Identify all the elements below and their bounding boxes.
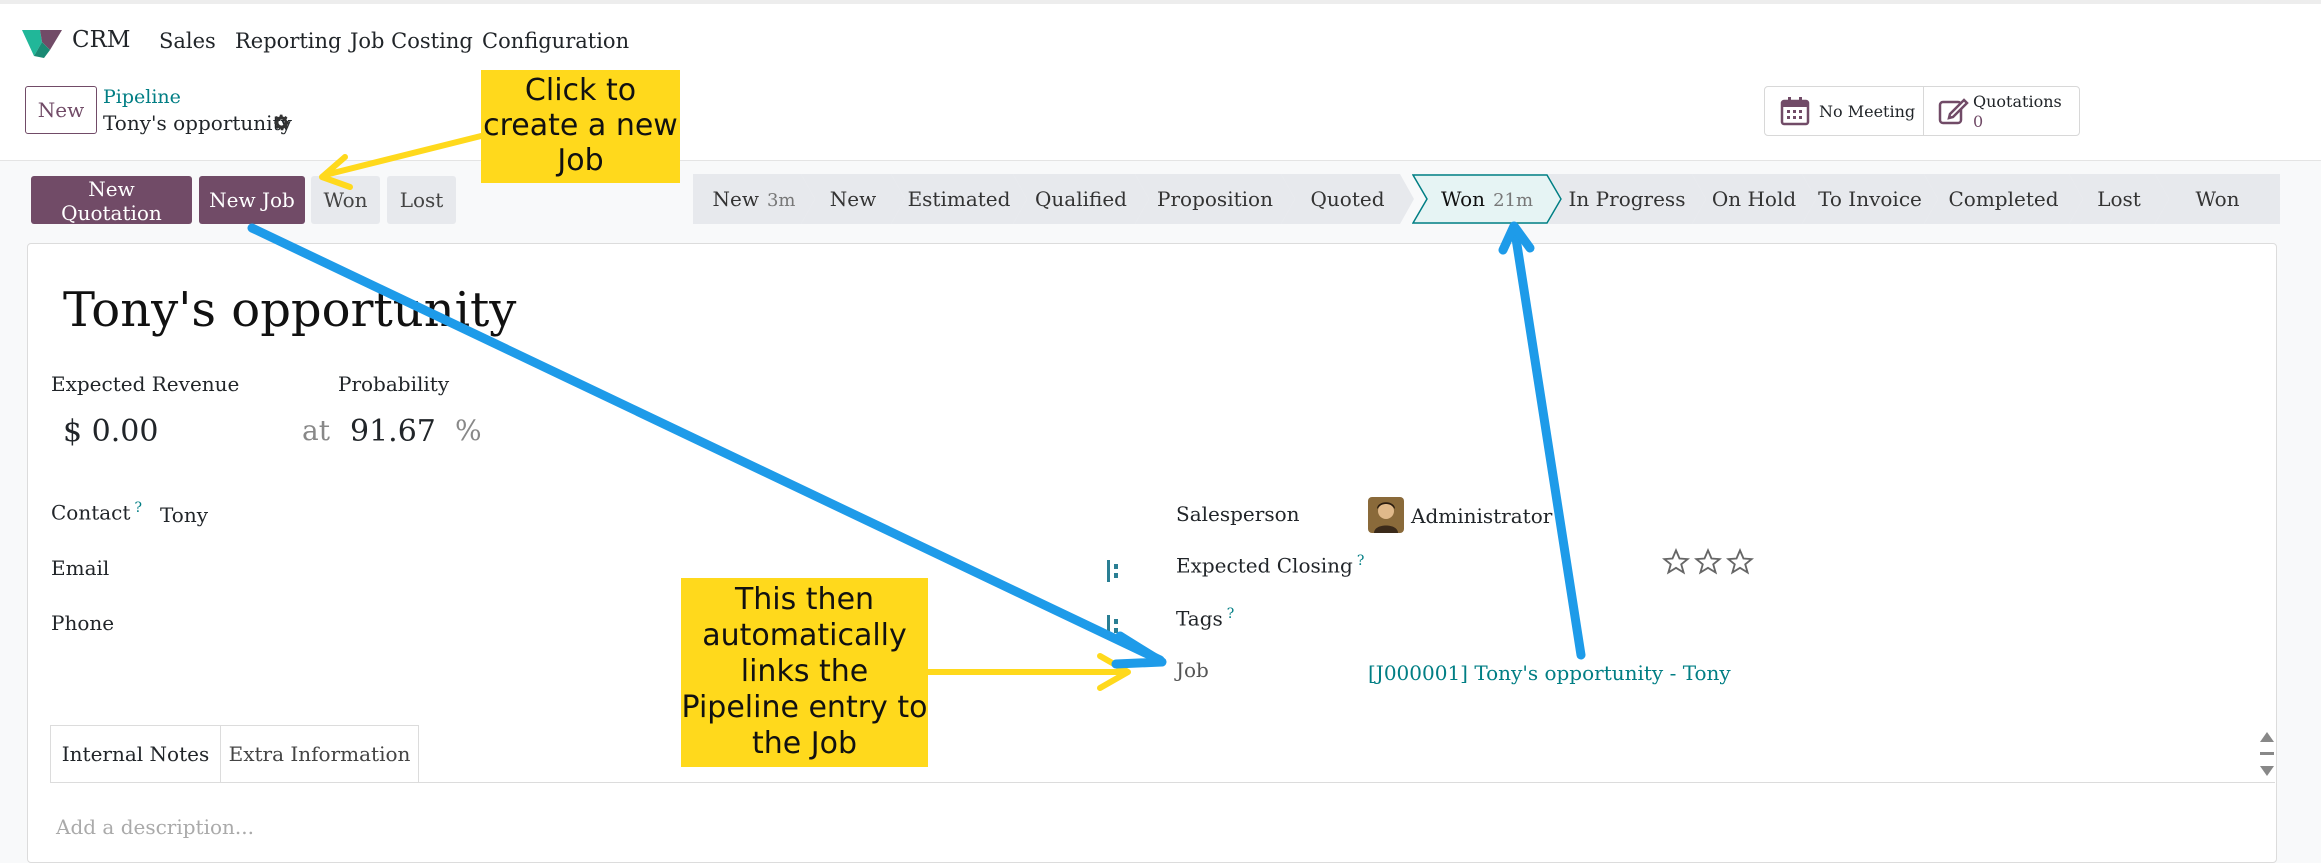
tab-internal-notes[interactable]: Internal Notes: [50, 725, 221, 783]
crm-logo-icon[interactable]: [22, 28, 62, 58]
top-navbar: CRM Sales Reporting Job Costing Configur…: [0, 0, 2321, 76]
menu-sales[interactable]: Sales: [159, 29, 216, 53]
callout-links-job: This then automatically links the Pipeli…: [681, 578, 928, 767]
contact-label: Contact?: [51, 500, 142, 525]
callout-line: Click to: [524, 73, 637, 108]
stage-lost[interactable]: Lost: [2069, 174, 2169, 224]
contact-input[interactable]: Tony: [160, 503, 208, 527]
expected-closing-label: Expected Closing?: [1176, 553, 1365, 578]
menu-job-costing[interactable]: Job Costing: [350, 29, 473, 53]
probability-input[interactable]: 91.67: [350, 414, 436, 449]
salesperson-label: Salesperson: [1176, 502, 1300, 526]
stage-new-2[interactable]: New: [801, 174, 905, 224]
quotations-label: Quotations: [1973, 92, 2062, 111]
stage-on-hold[interactable]: On Hold: [1692, 174, 1816, 224]
quotations-count: 0: [1973, 112, 1984, 131]
contact-help-mark[interactable]: ?: [134, 500, 142, 516]
new-quotation-button[interactable]: New Quotation: [31, 176, 192, 225]
mark-won-button[interactable]: Won: [311, 176, 380, 224]
active-stage-outline: [1412, 174, 1562, 224]
record-title[interactable]: Tony's opportunity: [63, 282, 516, 338]
new-job-button[interactable]: New Job: [199, 176, 305, 224]
meeting-label: No Meeting: [1819, 102, 1916, 121]
stage-quoted[interactable]: Quoted: [1281, 174, 1414, 224]
salesperson-input[interactable]: Administrator: [1411, 504, 1552, 528]
callout-line: This then: [734, 582, 875, 617]
expected-revenue-input[interactable]: $ 0.00: [63, 414, 158, 449]
callout-line: Pipeline entry to: [681, 690, 928, 725]
probability-label: Probability: [338, 372, 450, 396]
callout-line: the Job: [751, 726, 857, 761]
stage-in-progress[interactable]: In Progress: [1548, 174, 1706, 224]
tags-help-mark[interactable]: ?: [1227, 606, 1235, 622]
email-label: Email: [51, 556, 110, 580]
stage-estimated[interactable]: Estimated: [891, 174, 1027, 224]
resize-handle-icon[interactable]: [2259, 730, 2275, 780]
meeting-smart-button[interactable]: No Meeting: [1765, 87, 1924, 135]
stage-won-final[interactable]: Won: [2155, 174, 2280, 224]
control-panel: New Pipeline Tony's opportunity No Meeti…: [0, 76, 2321, 161]
stage-qualified[interactable]: Qualified: [1013, 174, 1149, 224]
description-input[interactable]: Add a description...: [56, 815, 254, 839]
phone-label: Phone: [51, 611, 115, 635]
calendar-icon: [1780, 97, 1810, 126]
breadcrumb-pipeline[interactable]: Pipeline: [103, 86, 181, 108]
new-record-button[interactable]: New: [25, 86, 97, 134]
avatar: [1368, 497, 1404, 533]
expected-revenue-label: Expected Revenue: [51, 372, 240, 396]
mark-lost-button[interactable]: Lost: [387, 176, 456, 224]
quotations-smart-button[interactable]: Quotations 0: [1923, 87, 2079, 135]
priority-star-3-icon[interactable]: [1726, 548, 1754, 576]
stage-to-invoice[interactable]: To Invoice: [1802, 174, 1938, 224]
priority-star-1-icon[interactable]: [1662, 548, 1690, 576]
breadcrumb-current: Tony's opportunity: [103, 111, 292, 135]
callout-create-job: Click to create a new Job: [481, 70, 680, 183]
email-quality-icon: [1107, 560, 1118, 582]
stage-statusbar: New 3m New Estimated Qualified Propositio…: [693, 174, 2280, 224]
tab-divider: [50, 782, 2275, 783]
callout-line: automatically: [702, 618, 907, 653]
at-label: at: [302, 414, 330, 447]
callout-line: links the: [740, 654, 869, 689]
expected-closing-help-mark[interactable]: ?: [1357, 553, 1365, 569]
job-link[interactable]: [J000001] Tony's opportunity - Tony: [1368, 661, 1731, 685]
stage-completed[interactable]: Completed: [1924, 174, 2083, 224]
edit-icon: [1938, 98, 1969, 125]
callout-line: Job: [557, 143, 604, 178]
percent-sign: %: [455, 414, 482, 447]
job-label: Job: [1176, 658, 1209, 682]
menu-reporting[interactable]: Reporting: [235, 29, 342, 53]
menu-configuration[interactable]: Configuration: [482, 29, 629, 53]
tab-extra-information[interactable]: Extra Information: [221, 725, 419, 783]
stage-new-1[interactable]: New 3m: [693, 174, 815, 224]
tags-label: Tags?: [1176, 606, 1235, 631]
stage-proposition[interactable]: Proposition: [1135, 174, 1295, 224]
phone-quality-icon: [1107, 615, 1118, 637]
callout-line: create a new: [483, 108, 678, 143]
priority-star-2-icon[interactable]: [1694, 548, 1722, 576]
gear-icon[interactable]: [271, 112, 292, 133]
smart-buttons: No Meeting Quotations 0: [1764, 86, 2080, 136]
app-brand[interactable]: CRM: [72, 27, 130, 53]
